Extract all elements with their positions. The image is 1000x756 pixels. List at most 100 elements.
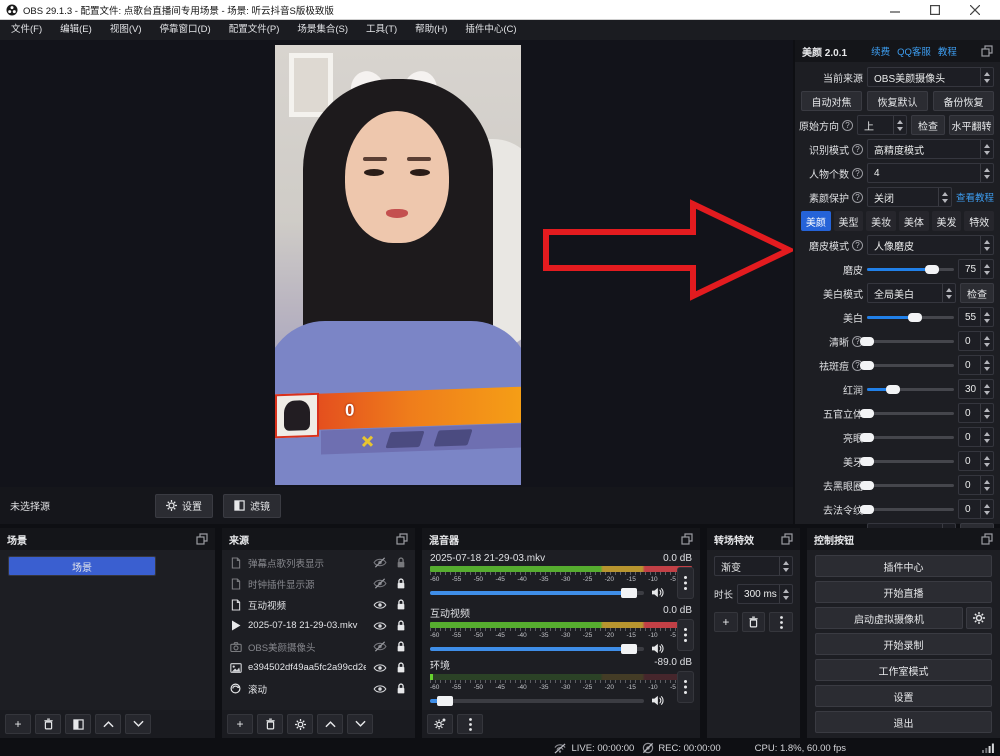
beauty-slider[interactable] bbox=[867, 316, 954, 319]
beauty-action-button[interactable]: 自动对焦 bbox=[801, 91, 862, 111]
visibility-eye-slash-icon[interactable] bbox=[372, 641, 388, 652]
menu-item[interactable]: 文件(F) bbox=[2, 20, 51, 40]
scene-item[interactable]: 场景 bbox=[8, 556, 156, 576]
channel-options-button[interactable] bbox=[677, 567, 694, 599]
visibility-eye-icon[interactable] bbox=[372, 621, 388, 631]
speaker-icon[interactable] bbox=[651, 587, 664, 598]
close-button[interactable] bbox=[964, 2, 986, 18]
beauty-header-link[interactable]: 教程 bbox=[938, 44, 957, 58]
lock-icon[interactable] bbox=[394, 598, 408, 611]
lock-icon[interactable] bbox=[394, 682, 408, 695]
maximize-button[interactable] bbox=[924, 2, 946, 18]
slider-value-spinbox[interactable]: 0 bbox=[958, 427, 994, 447]
source-settings-button[interactable]: 设置 bbox=[155, 494, 213, 518]
lock-icon[interactable] bbox=[394, 619, 408, 632]
channel-options-button[interactable] bbox=[677, 671, 694, 703]
lock-icon[interactable] bbox=[394, 577, 408, 590]
tutorial-link[interactable]: 查看教程 bbox=[956, 190, 994, 204]
remove-scene-button[interactable] bbox=[35, 714, 61, 734]
add-transition-button[interactable]: + bbox=[714, 612, 738, 632]
slider-value-spinbox[interactable]: 0 bbox=[958, 403, 994, 423]
orientation-check-button[interactable]: 检查 bbox=[911, 115, 945, 135]
menu-item[interactable]: 插件中心(C) bbox=[456, 20, 525, 40]
control-button[interactable]: 插件中心 bbox=[815, 555, 992, 577]
source-row[interactable]: 滚动 bbox=[222, 678, 415, 699]
beauty-slider[interactable] bbox=[867, 364, 954, 367]
source-row[interactable]: 2025-07-18 21-29-03.mkv bbox=[222, 615, 415, 636]
menu-item[interactable]: 视图(V) bbox=[101, 20, 151, 40]
duration-spinbox[interactable]: 300 ms bbox=[737, 584, 793, 604]
transition-options-button[interactable] bbox=[769, 612, 793, 632]
source-properties-button[interactable] bbox=[287, 714, 313, 734]
lock-icon[interactable] bbox=[394, 556, 408, 569]
visibility-eye-slash-icon[interactable] bbox=[372, 578, 388, 589]
source-row[interactable]: OBS美颜摄像头 bbox=[222, 636, 415, 657]
slider-value-spinbox[interactable]: 0 bbox=[958, 355, 994, 375]
person-count-spinbox[interactable]: 4 bbox=[867, 163, 994, 183]
menu-item[interactable]: 工具(T) bbox=[357, 20, 406, 40]
detect-mode-select[interactable]: 高精度模式 bbox=[867, 139, 994, 159]
beauty-slider[interactable] bbox=[867, 436, 954, 439]
visibility-eye-slash-icon[interactable] bbox=[372, 557, 388, 568]
add-source-button[interactable]: + bbox=[227, 714, 253, 734]
menu-item[interactable]: 配置文件(P) bbox=[220, 20, 289, 40]
source-row[interactable]: 互动视频 bbox=[222, 594, 415, 615]
control-button[interactable]: 工作室模式 bbox=[815, 659, 992, 681]
beauty-slider[interactable] bbox=[867, 460, 954, 463]
slider-value-spinbox[interactable]: 0 bbox=[958, 451, 994, 471]
popout-icon[interactable] bbox=[981, 533, 993, 545]
orientation-select[interactable]: 上 bbox=[857, 115, 907, 135]
beauty-tab[interactable]: 美颜 bbox=[801, 211, 831, 231]
source-move-down-button[interactable] bbox=[347, 714, 373, 734]
visibility-eye-icon[interactable] bbox=[372, 663, 388, 673]
remove-source-button[interactable] bbox=[257, 714, 283, 734]
volume-slider[interactable] bbox=[430, 591, 644, 595]
control-button[interactable]: 退出 bbox=[815, 711, 992, 733]
control-button[interactable]: 设置 bbox=[815, 685, 992, 707]
speaker-icon[interactable] bbox=[651, 695, 664, 706]
lock-icon[interactable] bbox=[394, 661, 408, 674]
source-move-up-button[interactable] bbox=[317, 714, 343, 734]
visibility-eye-icon[interactable] bbox=[372, 600, 388, 610]
virtual-cam-settings-button[interactable] bbox=[966, 607, 992, 629]
scene-move-up-button[interactable] bbox=[95, 714, 121, 734]
help-icon[interactable]: ? bbox=[852, 144, 863, 155]
help-icon[interactable]: ? bbox=[842, 120, 853, 131]
slider-value-spinbox[interactable]: 75 bbox=[958, 259, 994, 279]
current-source-select[interactable]: OBS美颜摄像头 bbox=[867, 67, 994, 87]
control-button[interactable]: 开始直播 bbox=[815, 581, 992, 603]
help-icon[interactable]: ? bbox=[852, 192, 863, 203]
speaker-icon[interactable] bbox=[651, 643, 664, 654]
help-icon[interactable]: ? bbox=[852, 240, 863, 251]
horizontal-flip-button[interactable]: 水平翻转 bbox=[949, 115, 994, 135]
makeup-protect-select[interactable]: 关闭 bbox=[867, 187, 952, 207]
channel-options-button[interactable] bbox=[677, 619, 694, 651]
scene-filters-button[interactable] bbox=[65, 714, 91, 734]
volume-slider[interactable] bbox=[430, 699, 644, 703]
beauty-header-link[interactable]: 续费 bbox=[871, 44, 890, 58]
beauty-action-button[interactable]: 恢复默认 bbox=[867, 91, 928, 111]
remove-transition-button[interactable] bbox=[742, 612, 766, 632]
white-mode-select[interactable]: 全局美白 bbox=[867, 283, 956, 303]
source-filters-button[interactable]: 滤镜 bbox=[223, 494, 281, 518]
scene-move-down-button[interactable] bbox=[125, 714, 151, 734]
lock-icon[interactable] bbox=[394, 640, 408, 653]
beauty-tab[interactable]: 美发 bbox=[932, 211, 962, 231]
help-icon[interactable]: ? bbox=[852, 168, 863, 179]
control-button[interactable]: 开始录制 bbox=[815, 633, 992, 655]
popout-icon[interactable] bbox=[196, 533, 208, 545]
beauty-slider[interactable] bbox=[867, 484, 954, 487]
slider-value-spinbox[interactable]: 0 bbox=[958, 331, 994, 351]
advanced-audio-button[interactable] bbox=[427, 714, 453, 734]
menu-item[interactable]: 帮助(H) bbox=[406, 20, 456, 40]
transition-type-select[interactable]: 渐变 bbox=[714, 556, 793, 576]
beauty-tab[interactable]: 美型 bbox=[834, 211, 864, 231]
beauty-header-link[interactable]: QQ客服 bbox=[897, 44, 931, 58]
menu-item[interactable]: 停靠窗口(D) bbox=[150, 20, 219, 40]
popout-icon[interactable] bbox=[981, 45, 993, 57]
popout-icon[interactable] bbox=[396, 533, 408, 545]
slider-value-spinbox[interactable]: 30 bbox=[958, 379, 994, 399]
minimize-button[interactable] bbox=[884, 2, 906, 18]
beauty-tab[interactable]: 特效 bbox=[964, 211, 994, 231]
popout-icon[interactable] bbox=[681, 533, 693, 545]
